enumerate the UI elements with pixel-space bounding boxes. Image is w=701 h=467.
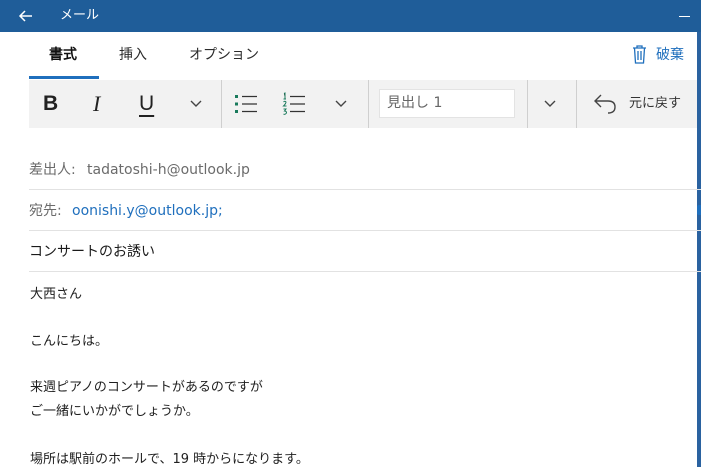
tab-insert[interactable]: 挿入 xyxy=(119,45,147,65)
back-arrow-icon[interactable] xyxy=(16,6,36,26)
recipient-address[interactable]: oonishi.y@outlook.jp; xyxy=(72,201,223,221)
trash-icon xyxy=(633,45,646,64)
minimize-icon xyxy=(679,16,690,17)
font-options-chevron-icon[interactable] xyxy=(189,98,203,110)
italic-button[interactable]: I xyxy=(93,80,109,128)
undo-label[interactable]: 元に戻す xyxy=(629,94,681,114)
bold-button[interactable]: B xyxy=(43,80,63,128)
body-line: 大西さん xyxy=(30,287,83,302)
minimize-button[interactable] xyxy=(668,6,698,26)
format-toolbar: B I U 見出し 1 元に戻す xyxy=(29,80,697,128)
body-line: 場所は駅前のホールで、19 時からになります。 xyxy=(30,452,309,467)
toolbar-separator xyxy=(527,80,528,128)
ribbon-tabs: 書式 挿入 オプション 破棄 xyxy=(0,32,697,80)
active-tab-indicator xyxy=(29,76,99,79)
undo-icon[interactable] xyxy=(593,92,617,114)
toolbar-separator xyxy=(576,80,577,128)
title-bar: メール xyxy=(0,0,701,32)
to-field[interactable]: 宛先: oonishi.y@outlook.jp; xyxy=(29,191,701,231)
bullet-list-icon[interactable] xyxy=(234,92,258,116)
from-field[interactable]: 差出人: tadatoshi-h@outlook.jp xyxy=(29,150,701,190)
body-line: こんにちは。 xyxy=(30,334,109,349)
body-line: 来週ピアノのコンサートがあるのですが xyxy=(30,380,263,395)
style-dropdown-chevron-icon[interactable] xyxy=(543,98,557,110)
window-title: メール xyxy=(60,8,100,23)
from-address[interactable]: tadatoshi-h@outlook.jp xyxy=(87,160,250,180)
list-options-chevron-icon[interactable] xyxy=(334,98,348,110)
subject-field[interactable]: コンサートのお誘い xyxy=(29,232,701,272)
from-label: 差出人: xyxy=(29,162,76,178)
underline-button[interactable]: U xyxy=(139,80,159,128)
paragraph-style-field[interactable]: 見出し 1 xyxy=(379,89,515,118)
numbered-list-icon[interactable] xyxy=(282,92,306,116)
recipient-indicator xyxy=(697,205,701,215)
to-label: 宛先: xyxy=(29,203,62,219)
toolbar-separator xyxy=(221,80,222,128)
body-line: ご一緒にいかがでしょうか。 xyxy=(30,404,199,419)
discard-label: 破棄 xyxy=(656,47,684,63)
toolbar-separator xyxy=(368,80,369,128)
tab-format[interactable]: 書式 xyxy=(49,45,77,65)
tab-options[interactable]: オプション xyxy=(189,45,259,65)
subject-text[interactable]: コンサートのお誘い xyxy=(29,242,155,262)
